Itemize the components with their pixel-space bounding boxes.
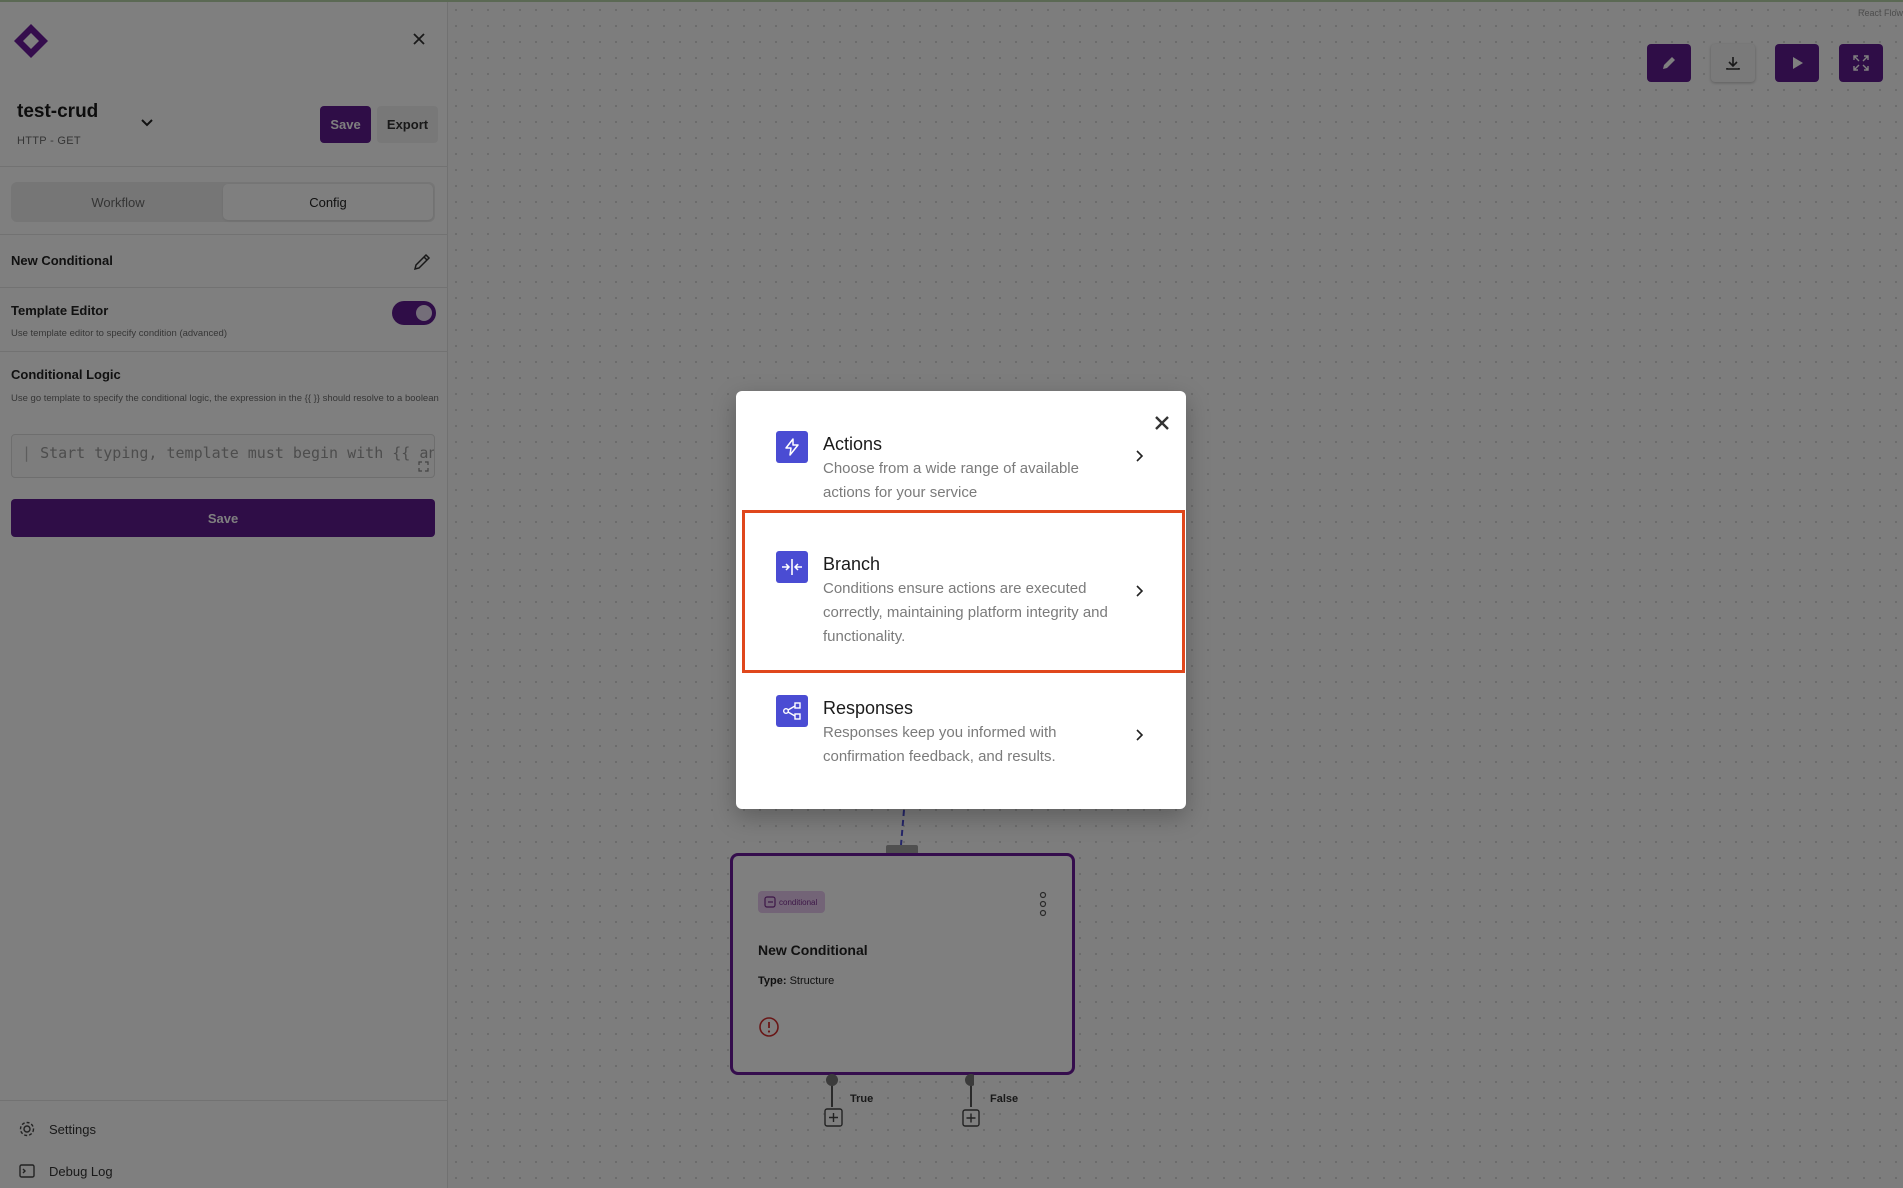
flow-icon (776, 695, 808, 727)
option-responses[interactable]: Responses Responses keep you informed wi… (736, 695, 1186, 775)
option-actions[interactable]: Actions Choose from a wide range of avai… (736, 431, 1186, 511)
lightning-icon (776, 431, 808, 463)
chevron-right-icon (1136, 450, 1144, 462)
chevron-right-icon (1136, 729, 1144, 741)
option-description: Responses keep you informed with confirm… (823, 724, 1057, 765)
option-description: Choose from a wide range of available ac… (823, 460, 1079, 501)
option-title: Responses (823, 698, 914, 718)
highlight-branch-option (742, 510, 1185, 673)
option-title: Actions (823, 434, 883, 454)
close-icon[interactable] (1152, 413, 1172, 433)
